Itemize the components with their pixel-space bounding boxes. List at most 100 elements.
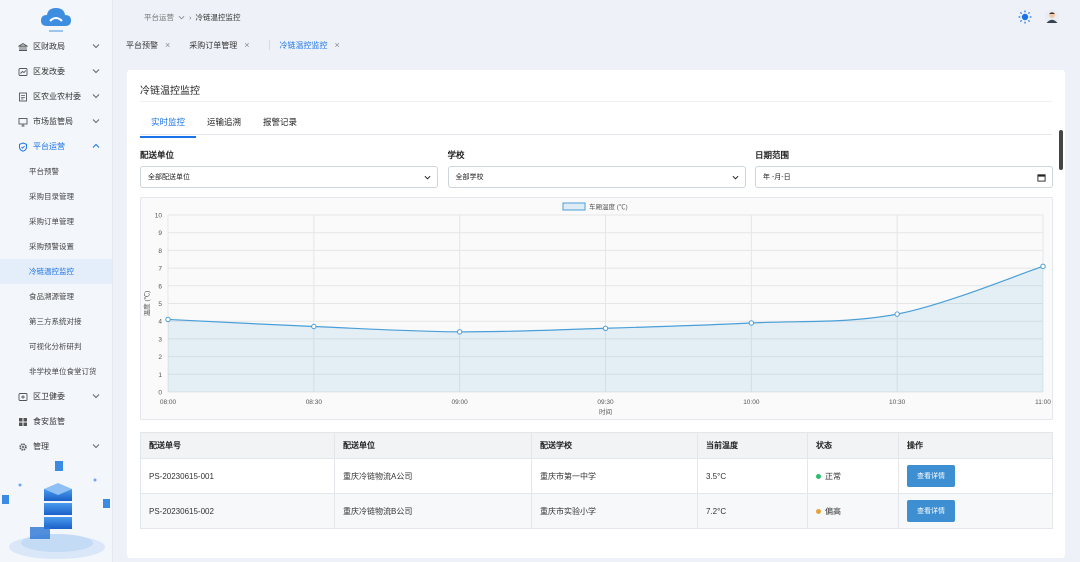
sidebar-item-2[interactable]: 区农业农村委 [0,84,112,109]
sidebar-item-4[interactable]: 平台运营 [0,134,112,159]
sidebar-item-label: 平台运营 [33,142,65,151]
sidebar-subitem-8[interactable]: 非学校单位食堂订货 [0,359,112,384]
temperature-chart-svg: 0 1 2 3 4 5 6 7 8 9 10 08:00 08:30 09:00 09:30 10:00 10:… [142,202,1051,416]
open-tab-1[interactable]: 采购订单管理 × [189,40,258,51]
date-input[interactable]: 年 -月-日 [755,166,1053,188]
date-input-value: 年 -月-日 [763,174,791,181]
sidebar-menu: 区财政局 区发改委 区农业农村委 市场监管局 平台运营 平台预警 采购目录管理 … [0,34,112,459]
breadcrumb-parent[interactable]: 平台运营 [144,12,174,23]
sidebar-item-after-0[interactable]: 区卫健委 [0,384,112,409]
divider [140,101,1052,102]
cell-temp: 7.2°C [697,493,808,529]
cell-unit: 重庆冷链物流A公司 [334,458,532,494]
sidebar-item-label: 区财政局 [33,42,65,51]
cloud-logo-icon [41,8,71,32]
view-details-button[interactable]: 查看详情 [907,465,955,487]
status-text: 偏高 [825,506,841,516]
y-tick-label: 4 [158,319,162,326]
sidebar-subitem-3[interactable]: 采购预警设置 [0,234,112,259]
cell-id: PS-20230615-001 [140,458,335,494]
filter-unit: 配送单位 全部配送单位 [140,149,438,188]
close-icon[interactable]: × [244,40,249,50]
calendar-icon[interactable] [1037,173,1046,182]
sidebar-item-label: 区农业农村委 [33,92,81,101]
chevron-down-icon [92,94,100,99]
data-point [748,320,755,326]
sidebar-subitem-label: 非学校单位食堂订货 [29,367,97,376]
cell-status: 偏高 [807,493,899,529]
sidebar-item-label: 食安监管 [33,417,65,426]
legend-label: 车厢温度 (℃) [589,202,628,211]
open-tab-2[interactable]: 冷链温控监控 × [280,40,349,51]
cell-temp: 3.5°C [697,458,808,494]
scrollbar[interactable] [1059,130,1063,170]
close-icon[interactable]: × [165,40,170,50]
filter-unit-label: 配送单位 [140,150,175,160]
sidebar-subitem-label: 食品溯源管理 [29,292,74,301]
top-icons [1018,9,1060,25]
user-avatar-icon[interactable] [1044,9,1060,25]
sidebar-item-0[interactable]: 区财政局 [0,34,112,59]
chevron-up-icon [92,143,100,148]
breadcrumb: 平台运营 › 冷链温控监控 [144,12,241,23]
view-details-button[interactable]: 查看详情 [907,500,955,522]
data-point [894,311,900,317]
open-tab-label: 冷链温控监控 [279,40,328,50]
unit-select[interactable]: 全部配送单位 [140,166,438,188]
breadcrumb-separator-icon: › [189,13,192,22]
chevron-down-icon [92,444,100,449]
chart-icon [17,66,28,77]
server-illustration-icon [2,461,110,559]
close-icon[interactable]: × [335,40,340,50]
sidebar-subitem-6[interactable]: 第三方系统对接 [0,309,112,334]
top-bar: 平台运营 › 冷链温控监控 [113,0,1080,33]
chevron-down-icon [424,175,431,180]
col-header-id: 配送单号 [140,432,335,459]
sidebar-item-after-1[interactable]: 食安监管 [0,409,112,434]
status-text: 正常 [825,471,841,481]
x-tick-label: 09:00 [452,399,469,406]
x-tick-label: 08:00 [160,399,177,406]
chevron-down-icon [732,175,738,180]
open-tab-0[interactable]: 平台预警 × [126,40,179,51]
data-point [165,316,171,323]
cell-school: 重庆市实验小学 [531,493,698,529]
sidebar: 区财政局 区发改委 区农业农村委 市场监管局 平台运营 平台预警 采购目录管理 … [0,0,113,562]
y-tick-label: 2 [158,354,162,361]
grid-icon [17,416,28,427]
col-header-unit: 配送单位 [334,432,532,459]
x-axis-label: 时间 [599,407,612,416]
legend-swatch [562,202,586,211]
y-tick-label: 6 [158,283,162,290]
shield-icon [17,141,28,152]
col-header-action: 操作 [898,432,1053,459]
sidebar-subitem-1[interactable]: 采购目录管理 [0,184,112,209]
x-tick-label: 08:30 [306,399,323,406]
sidebar-subitem-label: 采购目录管理 [29,192,74,201]
chevron-down-icon [92,69,100,74]
sidebar-subitem-label: 冷链温控监控 [29,267,74,276]
filter-date-label: 日期范围 [755,150,790,160]
gear-icon [17,441,28,452]
data-point [311,323,317,330]
sidebar-subitem-label: 采购预警设置 [29,242,74,251]
sidebar-subitem-2[interactable]: 采购订单管理 [0,209,112,234]
delivery-table: 配送单号 配送单位 配送学校 当前温度 状态 操作 PS-20230615-00… [140,432,1053,529]
sun-icon[interactable] [1018,10,1032,24]
y-tick-label: 8 [158,248,162,255]
y-axis-label: 温度 (℃) [142,291,151,317]
unit-select-value: 全部配送单位 [148,174,190,181]
sidebar-subitem-5[interactable]: 食品溯源管理 [0,284,112,309]
col-header-school: 配送学校 [531,432,698,459]
sidebar-subitem-4[interactable]: 冷链温控监控 [0,259,112,284]
school-select[interactable]: 全部学校 [447,166,746,188]
cell-id: PS-20230615-002 [140,493,335,529]
sidebar-item-3[interactable]: 市场监管局 [0,109,112,134]
sidebar-subitem-label: 第三方系统对接 [29,317,82,326]
cell-status: 正常 [807,458,899,494]
sidebar-subitem-0[interactable]: 平台预警 [0,159,112,184]
chevron-down-icon [92,394,100,399]
sidebar-subitem-7[interactable]: 可视化分析研判 [0,334,112,359]
bank-icon [17,41,28,52]
sidebar-item-1[interactable]: 区发改委 [0,59,112,84]
